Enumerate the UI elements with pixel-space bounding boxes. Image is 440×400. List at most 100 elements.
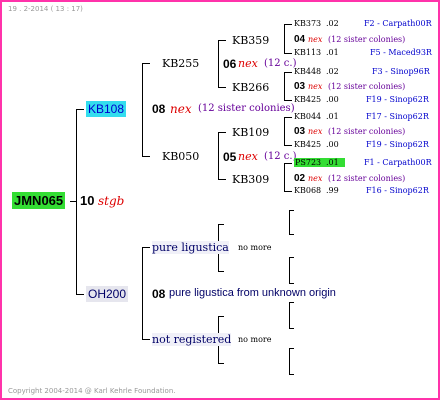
connector-line bbox=[284, 163, 285, 192]
queen-line-code: F5 - Maced93R bbox=[370, 48, 432, 57]
connector-line bbox=[284, 72, 285, 101]
queen-value: .01 bbox=[322, 158, 345, 167]
connector-line bbox=[218, 87, 226, 88]
queen-generation: 03 bbox=[294, 81, 306, 92]
no-more-label: no more bbox=[238, 243, 272, 252]
queen-sisters: (12 sister colonies) bbox=[328, 174, 406, 183]
queen-line-code: F19 - Sinop62R bbox=[366, 95, 429, 104]
queen-name: nex bbox=[308, 174, 323, 183]
connector-line bbox=[289, 210, 290, 234]
sire-generation: 08 bbox=[152, 102, 166, 116]
queen-id[interactable]: KB068 bbox=[294, 186, 321, 195]
queen-label[interactable]: KB309 bbox=[232, 173, 269, 186]
connector-line bbox=[76, 109, 77, 295]
root-queen-label[interactable]: JMN065 bbox=[12, 192, 66, 209]
connector-line bbox=[284, 24, 292, 25]
connector-line bbox=[284, 24, 285, 54]
sire-queen-label[interactable]: KB108 bbox=[86, 101, 127, 117]
queen-id[interactable]: KB425 bbox=[294, 140, 321, 149]
connector-line bbox=[289, 302, 290, 328]
header-date: 19 . 2-2014 ( 13 : 17) bbox=[8, 5, 83, 13]
queen-id[interactable]: KB425 bbox=[294, 95, 321, 104]
queen-count: (12 c.) bbox=[264, 151, 297, 162]
connector-line bbox=[284, 145, 292, 146]
queen-value: .99 bbox=[326, 186, 339, 195]
connector-line bbox=[289, 348, 290, 374]
not-registered-label: not registered bbox=[152, 333, 232, 346]
connector-line bbox=[142, 63, 150, 64]
connector-line bbox=[142, 63, 143, 156]
queen-generation: 04 bbox=[294, 34, 306, 45]
queen-value: .02 bbox=[326, 19, 339, 28]
connector-line bbox=[289, 234, 294, 235]
connector-line bbox=[284, 191, 292, 192]
queen-generation: 05 bbox=[223, 150, 237, 164]
queen-name: nex bbox=[308, 82, 323, 91]
dam-queen-label[interactable]: OH200 bbox=[86, 286, 129, 302]
queen-name: nex bbox=[308, 35, 323, 44]
sire-sisters: (12 sister colonies) bbox=[198, 103, 295, 114]
queen-label[interactable]: KB109 bbox=[232, 126, 269, 139]
dam-generation: 08 bbox=[152, 287, 166, 301]
no-more-label: no more bbox=[238, 335, 272, 344]
queen-name: nex bbox=[308, 127, 323, 136]
queen-name: nex bbox=[238, 57, 258, 70]
sire-name: nex bbox=[170, 102, 192, 116]
connector-line bbox=[218, 179, 226, 180]
queen-id[interactable]: KB448 bbox=[294, 67, 321, 76]
queen-line-code: F17 - Sinop62R bbox=[366, 112, 429, 121]
queen-line-code: F16 - Sinop62R bbox=[366, 186, 429, 195]
dam-origin-text: pure ligustica from unknown origin bbox=[169, 287, 336, 299]
queen-label[interactable]: KB255 bbox=[162, 57, 199, 70]
connector-line bbox=[76, 294, 84, 295]
queen-generation: 02 bbox=[294, 173, 306, 184]
connector-line bbox=[218, 271, 224, 272]
queen-line-code: F3 - Sinop96R bbox=[372, 67, 430, 76]
connector-line bbox=[218, 363, 224, 364]
connector-line bbox=[289, 283, 294, 284]
connector-line bbox=[284, 117, 292, 118]
queen-id[interactable]: PS723 bbox=[294, 158, 323, 167]
queen-label[interactable]: KB050 bbox=[162, 150, 199, 163]
connector-line bbox=[76, 109, 84, 110]
root-name: stgb bbox=[98, 194, 125, 208]
queen-label[interactable]: KB266 bbox=[232, 81, 269, 94]
connector-line bbox=[142, 247, 150, 248]
queen-line-code: F1 - Carpath00R bbox=[364, 158, 432, 167]
connector-line bbox=[289, 210, 294, 211]
connector-line bbox=[142, 156, 150, 157]
queen-value: .01 bbox=[326, 48, 339, 57]
connector-line bbox=[289, 374, 294, 375]
queen-id[interactable]: KB044 bbox=[294, 112, 321, 121]
connector-line bbox=[289, 257, 294, 258]
connector-line bbox=[289, 328, 294, 329]
queen-id[interactable]: KB113 bbox=[294, 48, 321, 57]
connector-line bbox=[289, 302, 294, 303]
connector-line bbox=[142, 339, 150, 340]
queen-line-code: F2 - Carpath00R bbox=[364, 19, 432, 28]
queen-sisters: (12 sister colonies) bbox=[328, 82, 406, 91]
connector-line bbox=[284, 53, 292, 54]
queen-value: .02 bbox=[326, 67, 339, 76]
connector-line bbox=[218, 40, 219, 87]
connector-line bbox=[289, 257, 290, 283]
queen-id[interactable]: KB373 bbox=[294, 19, 321, 28]
connector-line bbox=[218, 132, 219, 179]
pure-ligustica-label: pure ligustica bbox=[152, 241, 229, 254]
connector-line bbox=[284, 163, 292, 164]
copyright: Copyright 2004-2014 @ Karl Kehrle Founda… bbox=[8, 387, 176, 395]
connector-line bbox=[284, 72, 292, 73]
queen-count: (12 c.) bbox=[264, 58, 297, 69]
queen-label[interactable]: KB359 bbox=[232, 34, 269, 47]
connector-line bbox=[284, 117, 285, 146]
connector-line bbox=[142, 247, 143, 340]
queen-value: .00 bbox=[326, 95, 339, 104]
root-generation: 10 bbox=[80, 193, 95, 208]
queen-name: nex bbox=[238, 150, 258, 163]
queen-value: .00 bbox=[326, 140, 339, 149]
connector-line bbox=[218, 316, 224, 317]
connector-line bbox=[218, 40, 226, 41]
queen-generation: 03 bbox=[294, 126, 306, 137]
connector-line bbox=[218, 224, 224, 225]
connector-line bbox=[284, 100, 292, 101]
